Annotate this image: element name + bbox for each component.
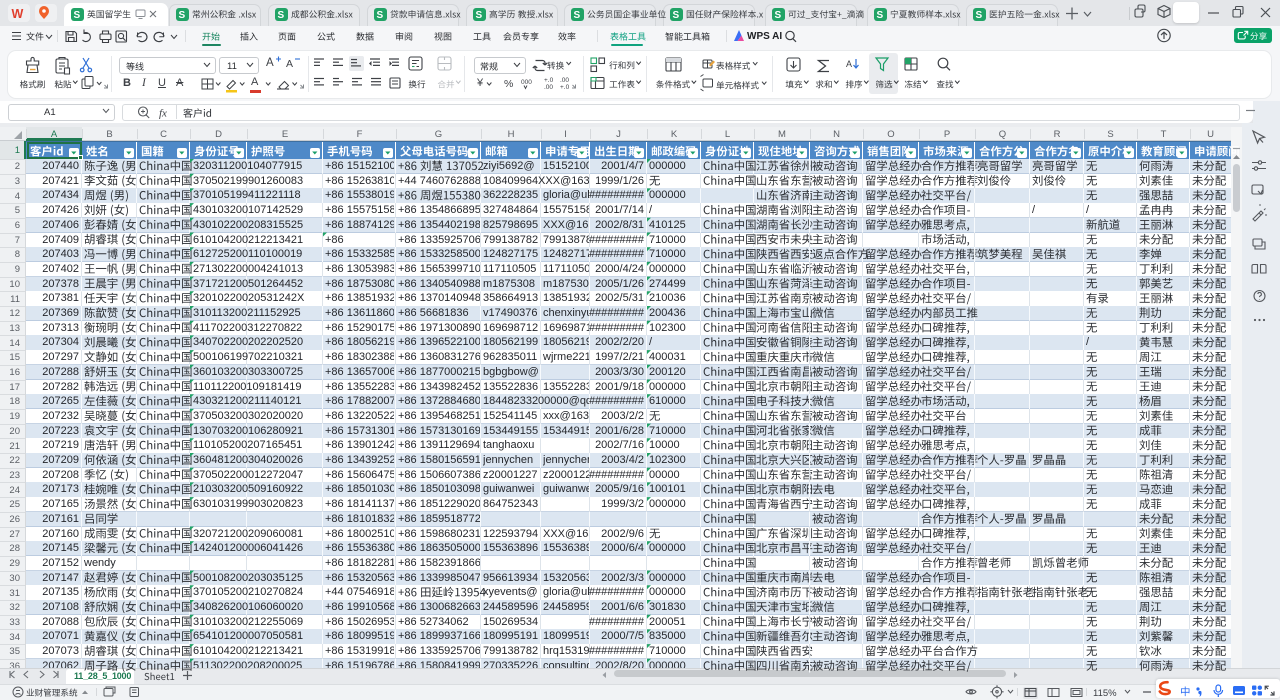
svg-text:S: S [278, 10, 285, 21]
svg-text:.00: .00 [544, 84, 553, 91]
svg-text:fx: fx [159, 108, 167, 120]
svg-text:S: S [877, 10, 884, 21]
svg-text:S: S [476, 10, 483, 21]
svg-text:S: S [179, 10, 186, 21]
svg-text:+.0: +.0 [560, 84, 570, 91]
svg-text:S: S [377, 10, 384, 21]
svg-text:000: 000 [521, 79, 532, 86]
svg-text:+.0: +.0 [544, 77, 554, 84]
svg-text:S: S [775, 10, 782, 21]
svg-text:W: W [12, 7, 24, 21]
svg-text:S: S [673, 10, 680, 21]
svg-text:S: S [74, 10, 81, 21]
svg-text:S: S [574, 10, 581, 21]
svg-text:.00: .00 [560, 77, 569, 84]
svg-text:S: S [976, 10, 983, 21]
svg-text:A: A [846, 59, 852, 69]
